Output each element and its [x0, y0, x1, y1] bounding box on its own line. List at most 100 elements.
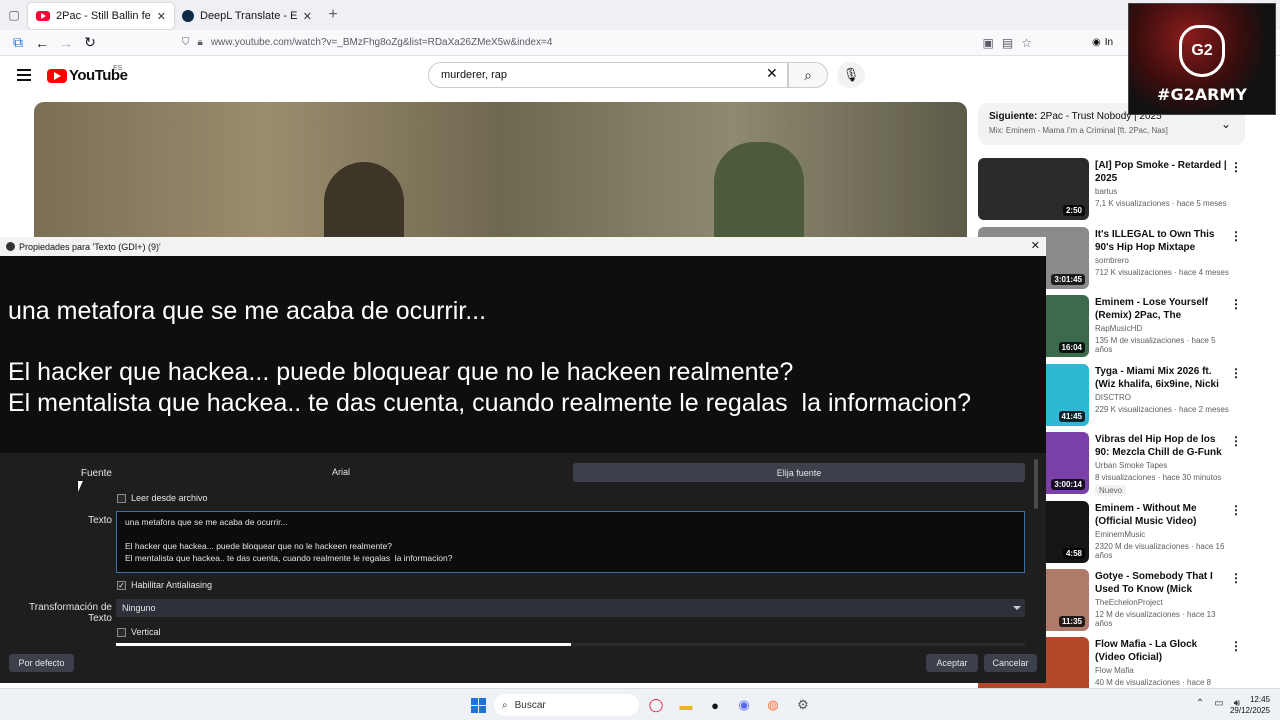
more-options-icon[interactable]: ⋮ [1230, 366, 1242, 380]
video-thumbnail[interactable]: 2:50 [978, 158, 1089, 220]
video-title[interactable]: Gotye - Somebody That I Used To Know (Mi… [1095, 570, 1230, 596]
channel-name[interactable]: Urban Smoke Tapes [1095, 461, 1230, 470]
sidebar-toggle-icon[interactable]: ⧉ [6, 34, 30, 51]
video-title[interactable]: Vibras del Hip Hop de los 90: Mezcla Chi… [1095, 433, 1230, 459]
channel-name[interactable]: sombrero [1095, 256, 1230, 265]
voice-search-button[interactable]: 🎙︎ [837, 62, 865, 88]
video-title[interactable]: Flow Mafia - La Glock (Video Oficial) [1095, 638, 1230, 664]
channel-name[interactable]: TheEchelonProject [1095, 598, 1230, 607]
hamburger-menu-icon[interactable] [17, 69, 31, 81]
picture-icon[interactable]: ▣ [983, 36, 994, 50]
channel-name[interactable]: DISCTRO [1095, 393, 1230, 402]
checkbox-label: Leer desde archivo [131, 493, 208, 503]
video-title[interactable]: [AI] Pop Smoke - Retarded | 2025 [1095, 159, 1230, 185]
settings-gear-icon[interactable]: ⚙ [794, 696, 812, 714]
text-transform-select[interactable]: Ninguno [116, 599, 1025, 617]
dropdown-caret-icon [1013, 606, 1021, 610]
video-info: Gotye - Somebody That I Used To Know (Mi… [1095, 570, 1230, 628]
font-label: Fuente [80, 468, 112, 479]
channel-name[interactable]: Flow Mafia [1095, 666, 1230, 675]
more-options-icon[interactable]: ⋮ [1230, 571, 1242, 585]
antialiasing-checkbox[interactable]: ✓ Habilitar Antialiasing [117, 580, 212, 590]
more-options-icon[interactable]: ⋮ [1230, 160, 1242, 174]
up-next-label: Siguiente: [989, 111, 1038, 122]
shield-icon[interactable]: ⛉ [182, 37, 190, 48]
obs-properties-dialog: Propiedades para 'Texto (GDI+) (9)' ✕ un… [0, 237, 1046, 683]
checkbox-checked-icon[interactable]: ✓ [117, 580, 126, 590]
obs-icon[interactable]: ● [706, 696, 724, 714]
scroll-thumb[interactable] [116, 643, 571, 646]
back-button[interactable]: ← [30, 35, 54, 51]
taskbar-search[interactable]: ⌕ Buscar [494, 694, 639, 716]
browser-tabbar: ▢ 2Pac - Still Ballin feat. Kurupt ✕ Dee… [0, 0, 1280, 30]
video-meta: 8 visualizaciones · hace 30 minutos [1095, 473, 1222, 482]
search-icon: ⌕ [804, 66, 812, 83]
file-explorer-icon[interactable]: ▬ [677, 696, 695, 714]
chevron-up-icon[interactable]: ⌃ [1196, 698, 1204, 709]
close-tab-icon[interactable]: ✕ [303, 10, 312, 23]
properties-scrollbar[interactable] [1034, 459, 1038, 509]
bookmark-star-icon[interactable]: ☆ [1021, 36, 1032, 50]
video-title[interactable]: Tyga - Miami Mix 2026 ft. (Wiz khalifa, … [1095, 365, 1230, 391]
channel-name[interactable]: EminemMusic [1095, 530, 1230, 539]
video-title[interactable]: It's ILLEGAL to Own This 90's Hip Hop Mi… [1095, 228, 1230, 254]
new-tab-button[interactable]: + [320, 6, 346, 24]
more-options-icon[interactable]: ⋮ [1230, 434, 1242, 448]
forward-button[interactable]: → [54, 35, 78, 51]
g2-emblem-icon: G2 [1179, 25, 1225, 77]
video-meta: 7,1 K visualizaciones · hace 5 meses [1095, 199, 1227, 208]
reload-button[interactable]: ↻ [78, 34, 102, 51]
video-info: It's ILLEGAL to Own This 90's Hip Hop Mi… [1095, 228, 1230, 277]
video-title[interactable]: Eminem - Without Me (Official Music Vide… [1095, 502, 1230, 528]
address-bar[interactable]: ⛉ 🔒︎ www.youtube.com/watch?v=_BMzFhg8oZg… [182, 32, 1032, 54]
dialog-titlebar: Propiedades para 'Texto (GDI+) (9)' ✕ [0, 237, 1046, 256]
text-input[interactable]: una metafora que se me acaba de ocurrir.… [116, 511, 1025, 573]
more-options-icon[interactable]: ⋮ [1230, 297, 1242, 311]
clear-search-icon[interactable]: ✕ [766, 65, 778, 82]
accept-button[interactable]: Aceptar [926, 654, 978, 672]
search-input[interactable]: murderer, rap [428, 62, 788, 88]
vertical-checkbox[interactable]: Vertical [117, 627, 161, 637]
network-icon[interactable]: ▭ [1214, 698, 1223, 709]
checkbox-box[interactable] [117, 493, 126, 503]
video-duration: 3:01:45 [1051, 274, 1085, 285]
browser-tab-deepl[interactable]: DeepL Translate - El mejor traductor ✕ [174, 3, 320, 29]
microphone-icon: 🎙︎ [842, 67, 860, 82]
text-transform-label: Transformación de Texto [29, 602, 112, 624]
cancel-button[interactable]: Cancelar [984, 654, 1037, 672]
video-frame-figure [324, 162, 404, 242]
recommended-video[interactable]: 2:50 [AI] Pop Smoke - Retarded | 2025 bart… [978, 158, 1248, 222]
choose-font-button[interactable]: Elija fuente [573, 463, 1025, 482]
start-button[interactable] [469, 696, 487, 714]
discord-icon[interactable]: ◉ [735, 696, 753, 714]
reader-icon[interactable]: ▤ [1002, 36, 1013, 50]
channel-name[interactable]: RapMusicHD [1095, 324, 1230, 333]
video-player[interactable] [34, 102, 967, 242]
more-options-icon[interactable]: ⋮ [1230, 229, 1242, 243]
chevron-down-icon[interactable]: ⌄ [1221, 117, 1231, 131]
horizontal-scroll-bar[interactable] [116, 643, 1025, 646]
url-text[interactable]: www.youtube.com/watch?v=_BMzFhg8oZg&list… [211, 37, 553, 48]
browser-tab-youtube[interactable]: 2Pac - Still Ballin feat. Kurupt ✕ [28, 3, 174, 29]
system-clock[interactable]: 12:45 29/12/2025 [1230, 694, 1270, 716]
more-options-icon[interactable]: ⋮ [1230, 503, 1242, 517]
checkbox-box[interactable] [117, 627, 126, 637]
channel-name[interactable]: bartus [1095, 187, 1230, 196]
more-options-icon[interactable]: ⋮ [1230, 639, 1242, 653]
search-button[interactable]: ⌕ [788, 62, 828, 88]
taskbar-search-label: Buscar [514, 699, 546, 711]
obs-app-icon [6, 242, 15, 251]
defaults-button[interactable]: Por defecto [9, 654, 74, 672]
tab-list-icon[interactable]: ▢ [0, 0, 28, 30]
search-value[interactable]: murderer, rap [441, 69, 507, 81]
account-button[interactable]: ◉ In [1092, 37, 1113, 48]
close-tab-icon[interactable]: ✕ [157, 10, 166, 23]
video-title[interactable]: Eminem - Lose Yourself (Remix) 2Pac, The… [1095, 296, 1230, 322]
video-duration: 41:45 [1058, 411, 1085, 422]
windows-taskbar: ⌕ Buscar ◯ ▬ ● ◉ ◍ ⚙ ⌃ ▭ 🔊︎ 12:45 29/12/… [0, 688, 1280, 720]
search-icon: ⌕ [502, 699, 508, 711]
read-from-file-checkbox[interactable]: Leer desde archivo [117, 493, 208, 503]
opera-icon[interactable]: ◯ [647, 696, 665, 714]
firefox-icon[interactable]: ◍ [764, 696, 782, 714]
close-icon[interactable]: ✕ [1031, 239, 1040, 252]
